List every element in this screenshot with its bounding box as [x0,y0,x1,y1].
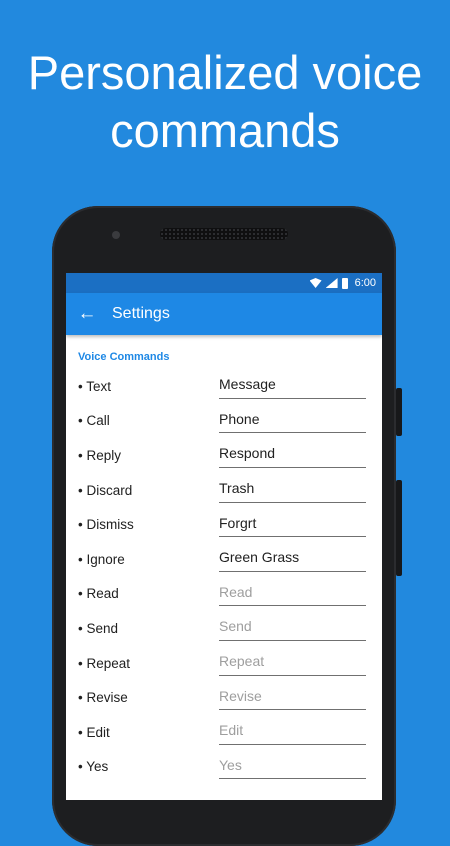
voice-command-label: • Ignore [78,551,125,567]
promo-headline-line-1: Personalized voice [27,46,423,99]
voice-command-input[interactable] [219,754,366,780]
voice-command-input[interactable] [219,512,366,538]
voice-command-label: • Discard [78,482,133,498]
front-camera [112,231,120,239]
voice-command-row: • Read [78,577,366,612]
voice-command-row: • Revise [78,680,366,715]
voice-command-label: • Repeat [78,655,131,671]
status-bar: 6:00 [66,273,382,293]
phone-screen: 6:00 ← Settings Voice Commands • Text • C… [66,273,382,800]
promo-headline: Personalized voice commands [0,44,450,160]
voice-command-label: • Reply [78,447,121,463]
phone-power-button [396,388,402,436]
voice-command-label: • Send [78,620,119,636]
voice-command-row: • Discard [78,473,366,508]
promo-headline-line-2: commands [110,104,340,157]
voice-command-row: • Reply [78,438,366,473]
voice-command-row: • Repeat [78,646,366,681]
app-bar: ← Settings [66,293,382,335]
voice-command-list: • Text • Call • Reply • Discard • Dismiss • I… [78,369,366,784]
battery-icon [341,277,348,289]
voice-command-row: • Yes [78,750,366,785]
voice-command-row: • Ignore [78,542,366,577]
phone-volume-button [396,480,402,576]
arrow-left-icon[interactable]: ← [66,293,108,335]
voice-command-row: • Dismiss [78,507,366,542]
voice-command-label: • Dismiss [78,517,134,533]
section-title: Voice Commands [78,351,170,363]
voice-command-input[interactable] [219,581,366,607]
app-bar-title: Settings [112,305,170,322]
voice-command-row: • Send [78,611,366,646]
voice-command-input[interactable] [219,408,366,434]
wifi-icon [309,278,322,288]
voice-command-label: • Revise [78,690,128,706]
voice-command-label: • Call [78,413,110,429]
voice-command-input[interactable] [219,685,366,711]
voice-command-label: • Read [78,586,119,602]
voice-command-label: • Edit [78,724,110,740]
voice-command-row: • Text [78,369,366,404]
voice-command-input[interactable] [219,442,366,468]
voice-command-input[interactable] [219,719,366,745]
voice-command-row: • Edit [78,715,366,750]
status-time: 6:00 [354,277,376,289]
voice-command-input[interactable] [219,650,366,676]
voice-command-row: • Call [78,404,366,439]
voice-command-input[interactable] [219,477,366,503]
settings-content: Voice Commands • Text • Call • Reply • Disc… [66,351,382,784]
voice-command-label: • Yes [78,759,109,775]
voice-command-input[interactable] [219,615,366,641]
earpiece-speaker [160,228,288,240]
voice-command-input[interactable] [219,546,366,572]
voice-command-label: • Text [78,378,111,394]
signal-icon [325,278,338,288]
voice-command-input[interactable] [219,373,366,399]
